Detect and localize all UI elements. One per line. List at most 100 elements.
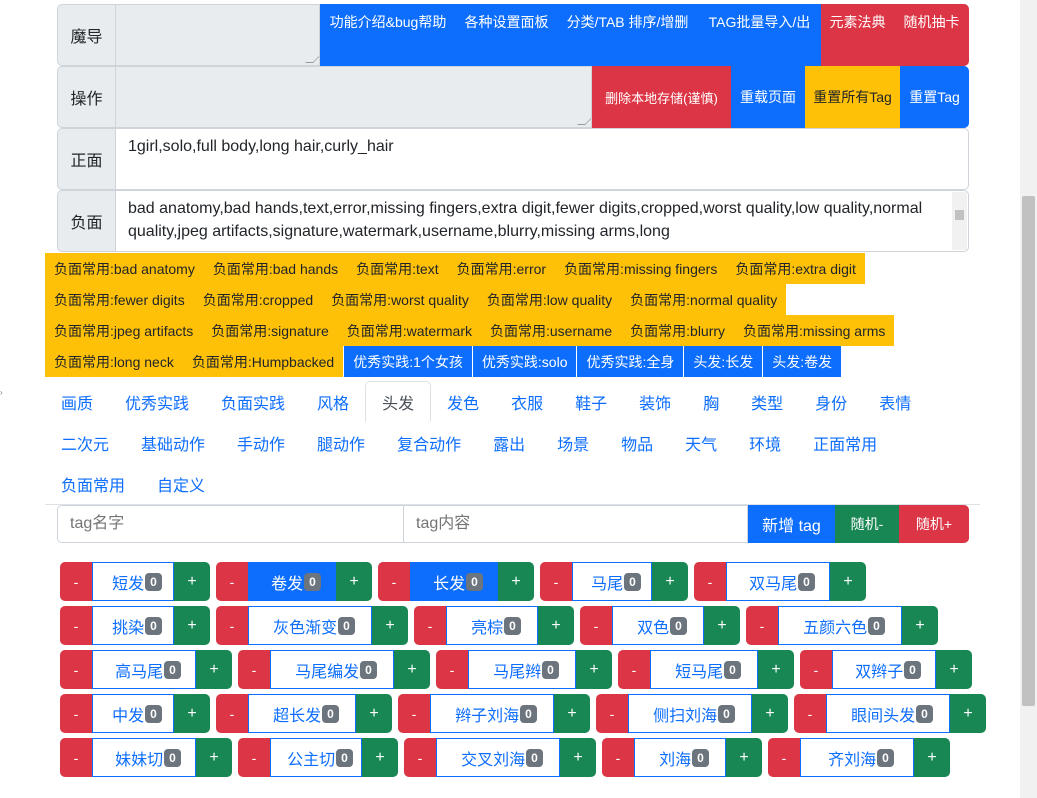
selected-chip[interactable]: 负面常用:error [447, 253, 556, 284]
increase-weight-button[interactable]: + [652, 562, 688, 601]
settings-panel-button[interactable]: 各种设置面板 [456, 4, 557, 66]
tab-anime[interactable]: 二次元 [45, 422, 125, 463]
tab-weather[interactable]: 天气 [669, 422, 733, 463]
tag-name-button[interactable]: 妹妹切 0 [92, 738, 196, 777]
decrease-weight-button[interactable]: - [60, 738, 92, 777]
selected-chip[interactable]: 负面常用:Humpbacked [182, 346, 344, 377]
tab-negative-common[interactable]: 负面常用 [45, 463, 141, 504]
increase-weight-button[interactable]: + [372, 606, 408, 645]
help-button[interactable]: 功能介绍&bug帮助 [320, 4, 456, 66]
element-codex-button[interactable]: 元素法典 [821, 4, 894, 66]
increase-weight-button[interactable]: + [394, 650, 430, 689]
selected-chip[interactable]: 优秀实践:solo [471, 346, 577, 377]
tab-leg-actions[interactable]: 腿动作 [301, 422, 381, 463]
tag-name-button[interactable]: 眼间头发 0 [826, 694, 950, 733]
tag-name-button[interactable]: 马尾编发 0 [270, 650, 394, 689]
reset-all-tags-button[interactable]: 重置所有Tag [805, 66, 900, 128]
decrease-weight-button[interactable]: - [60, 606, 92, 645]
selected-chip[interactable]: 负面常用:missing arms [734, 315, 895, 346]
tag-name-button[interactable]: 中发 0 [92, 694, 174, 733]
tag-name-button[interactable]: 齐刘海 0 [800, 738, 914, 777]
increase-weight-button[interactable]: + [336, 562, 372, 601]
selected-chip[interactable]: 负面常用:text [347, 253, 448, 284]
scrollbar-thumb[interactable] [1022, 196, 1035, 706]
tag-name-button[interactable]: 长发 0 [410, 562, 498, 601]
tab-expression[interactable]: 表情 [863, 381, 927, 422]
increase-weight-button[interactable]: + [196, 650, 232, 689]
selected-chip[interactable]: 头发:卷发 [762, 346, 842, 377]
tab-sort-button[interactable]: 分类/TAB 排序/增删 [557, 4, 698, 66]
reload-page-button[interactable]: 重载页面 [731, 66, 805, 128]
tab-identity[interactable]: 身份 [799, 381, 863, 422]
decrease-weight-button[interactable]: - [60, 694, 92, 733]
increase-weight-button[interactable]: + [356, 694, 392, 733]
selected-chip[interactable]: 负面常用:low quality [477, 284, 622, 315]
tab-custom[interactable]: 自定义 [141, 463, 221, 504]
tab-compound-actions[interactable]: 复合动作 [381, 422, 477, 463]
selected-chip[interactable]: 负面常用:missing fingers [555, 253, 727, 284]
tag-name-button[interactable]: 双辫子 0 [832, 650, 936, 689]
decrease-weight-button[interactable]: - [238, 738, 270, 777]
tag-name-button[interactable]: 高马尾 0 [92, 650, 196, 689]
tag-name-button[interactable]: 马尾辫 0 [468, 650, 576, 689]
selected-chip[interactable]: 负面常用:bad anatomy [45, 253, 204, 284]
decrease-weight-button[interactable]: - [768, 738, 800, 777]
decrease-weight-button[interactable]: - [580, 606, 612, 645]
increase-weight-button[interactable]: + [576, 650, 612, 689]
selected-chip[interactable]: 负面常用:long neck [45, 346, 183, 377]
tab-hand-actions[interactable]: 手动作 [221, 422, 301, 463]
tag-name-button[interactable]: 超长发 0 [248, 694, 356, 733]
increase-weight-button[interactable]: + [758, 650, 794, 689]
tag-name-button[interactable]: 挑染 0 [92, 606, 174, 645]
positive-prompt-textarea[interactable]: 1girl,solo,full body,long hair,curly_hai… [115, 128, 969, 190]
tab-quality[interactable]: 画质 [45, 381, 109, 422]
collapse-arrow-icon[interactable]: › [0, 388, 4, 398]
tab-positive-common[interactable]: 正面常用 [797, 422, 893, 463]
ops-textarea[interactable] [115, 66, 592, 128]
tag-name-button[interactable]: 公主切 0 [270, 738, 362, 777]
tag-name-button[interactable]: 辫子刘海 0 [430, 694, 554, 733]
selected-chip[interactable]: 负面常用:bad hands [203, 253, 348, 284]
selected-chip[interactable]: 负面常用:fewer digits [45, 284, 194, 315]
selected-chip[interactable]: 负面常用:signature [202, 315, 338, 346]
tag-name-button[interactable]: 短发 0 [92, 562, 174, 601]
decrease-weight-button[interactable]: - [238, 650, 270, 689]
increase-weight-button[interactable]: + [554, 694, 590, 733]
tag-content-input[interactable] [404, 505, 748, 543]
selected-chip[interactable]: 头发:长发 [683, 346, 763, 377]
decrease-weight-button[interactable]: - [378, 562, 410, 601]
increase-weight-button[interactable]: + [174, 694, 210, 733]
selected-chip[interactable]: 负面常用:username [480, 315, 622, 346]
increase-weight-button[interactable]: + [362, 738, 398, 777]
selected-chip[interactable]: 负面常用:blurry [621, 315, 735, 346]
selected-chip[interactable]: 负面常用:jpeg artifacts [45, 315, 203, 346]
decrease-weight-button[interactable]: - [436, 650, 468, 689]
increase-weight-button[interactable]: + [498, 562, 534, 601]
tab-clothes[interactable]: 衣服 [495, 381, 559, 422]
page-scrollbar[interactable] [1020, 0, 1037, 798]
decrease-weight-button[interactable]: - [398, 694, 430, 733]
decrease-weight-button[interactable]: - [618, 650, 650, 689]
selected-chip[interactable]: 优秀实践:1个女孩 [343, 346, 472, 377]
tab-accessories[interactable]: 装饰 [623, 381, 687, 422]
selected-chip[interactable]: 负面常用:worst quality [322, 284, 478, 315]
random-draw-button[interactable]: 随机抽卡 [894, 4, 969, 66]
tag-name-button[interactable]: 灰色渐变 0 [248, 606, 372, 645]
increase-weight-button[interactable]: + [704, 606, 740, 645]
tag-name-button[interactable]: 双马尾 0 [726, 562, 830, 601]
tab-chest[interactable]: 胸 [687, 381, 735, 422]
increase-weight-button[interactable]: + [174, 562, 210, 601]
tab-hair-color[interactable]: 发色 [431, 381, 495, 422]
tab-negative-practice[interactable]: 负面实践 [205, 381, 301, 422]
tab-style[interactable]: 风格 [301, 381, 365, 422]
tab-scene[interactable]: 场景 [541, 422, 605, 463]
tab-type[interactable]: 类型 [735, 381, 799, 422]
selected-chip[interactable]: 优秀实践:全身 [576, 346, 684, 377]
increase-weight-button[interactable]: + [538, 606, 574, 645]
tab-best-practice[interactable]: 优秀实践 [109, 381, 205, 422]
random-plus-button[interactable]: 随机+ [899, 505, 969, 543]
tab-environment[interactable]: 环境 [733, 422, 797, 463]
increase-weight-button[interactable]: + [196, 738, 232, 777]
tag-name-button[interactable]: 卷发 0 [248, 562, 336, 601]
increase-weight-button[interactable]: + [914, 738, 950, 777]
